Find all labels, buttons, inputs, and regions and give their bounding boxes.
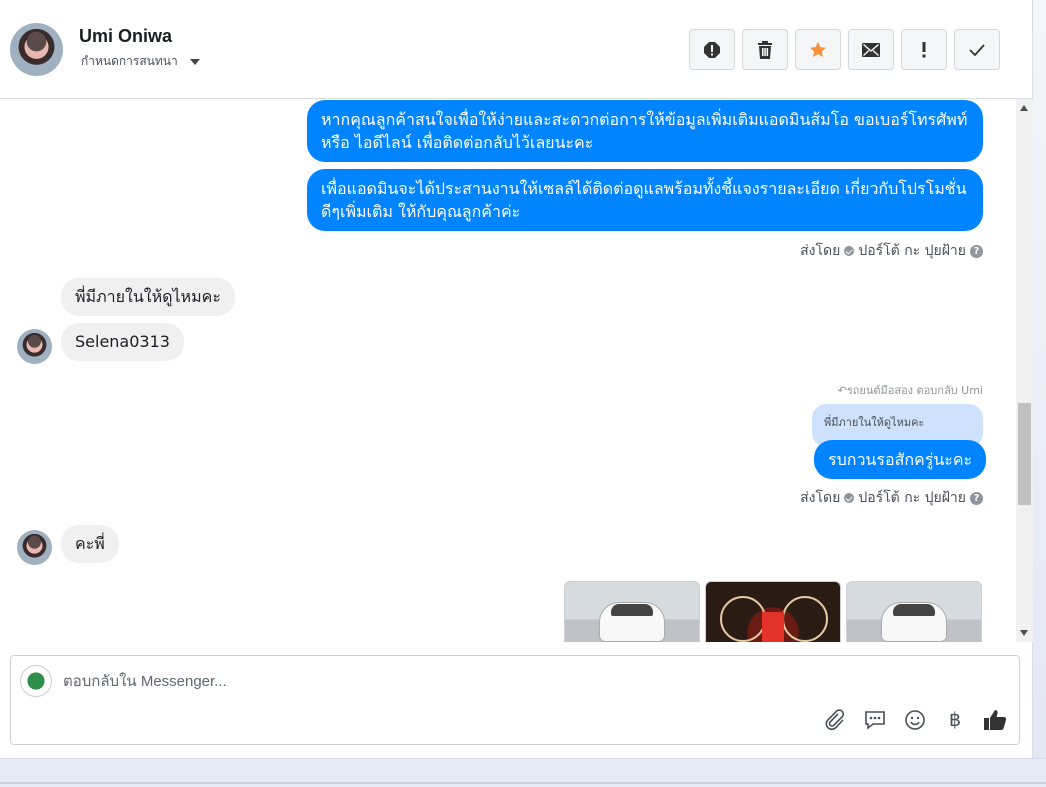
composer-tools: ฿ — [823, 708, 1007, 732]
exclamation-icon — [921, 42, 927, 58]
attachment-button[interactable] — [823, 708, 847, 732]
car-photo-thumbnail[interactable] — [846, 581, 982, 642]
reply-input[interactable] — [63, 670, 763, 692]
help-icon[interactable]: ? — [970, 245, 983, 258]
incoming-message: พี่มีภายในให้ดูไหมคะ — [61, 278, 235, 316]
mark-spam-button[interactable] — [689, 29, 735, 70]
scroll-up-arrow-icon[interactable] — [1020, 105, 1028, 111]
dashboard-photo-thumbnail[interactable] — [705, 581, 841, 642]
reply-arrow-icon: ↶ — [838, 384, 847, 397]
help-icon[interactable]: ? — [970, 492, 983, 505]
currency-icon: ฿ — [949, 709, 961, 731]
car-window-shape — [893, 604, 935, 616]
reply-context-text: รถยนต์มือสอง ตอบกลับ Umi — [847, 384, 983, 397]
car-photo-thumbnail[interactable] — [564, 581, 700, 642]
scroll-down-arrow-icon[interactable] — [1020, 630, 1028, 636]
sent-by-info: ส่งโดย ปอร์โต้ กะ ปุยฝ้าย ? — [800, 487, 983, 509]
display-shape — [762, 612, 784, 642]
outgoing-message: เพื่อแอดมินจะได้ประสานงานให้เซลล์ได้ติดต… — [307, 169, 983, 231]
contact-avatar-small — [17, 329, 52, 364]
sent-by-prefix: ส่งโดย — [800, 487, 840, 509]
sent-by-prefix: ส่งโดย — [800, 240, 840, 262]
page-logo — [20, 665, 52, 697]
divider — [0, 782, 1046, 784]
checkmark-icon — [969, 44, 985, 56]
dial-shape — [720, 596, 766, 642]
mark-done-button[interactable] — [954, 29, 1000, 70]
sent-by-name: ปอร์โต้ กะ ปุยฝ้าย — [858, 240, 966, 262]
trash-icon — [757, 41, 773, 59]
follow-up-button[interactable] — [901, 29, 947, 70]
car-window-shape — [611, 604, 653, 616]
conversation-settings-label: กำหนดการสนทนา — [81, 52, 178, 71]
dial-shape — [782, 596, 828, 642]
incoming-message: Selena0313 — [61, 323, 184, 361]
saved-reply-icon — [864, 709, 886, 731]
star-button[interactable] — [795, 29, 841, 70]
inbox-panel: Umi Oniwa กำหนดการสนทนา — [0, 0, 1033, 758]
contact-name[interactable]: Umi Oniwa — [79, 26, 172, 47]
contact-avatar-small — [17, 530, 52, 565]
envelope-icon — [862, 43, 880, 57]
conversation-header: Umi Oniwa กำหนดการสนทนา — [0, 0, 1033, 99]
emoji-button[interactable] — [903, 708, 927, 732]
window-bottom-edge — [0, 758, 1046, 787]
message-thread[interactable]: หากคุณลูกค้าสนใจเพื่อให้ง่ายและสะดวกต่อก… — [0, 99, 1033, 642]
incoming-message: คะพี่ — [61, 525, 119, 563]
conversation-toolbar — [689, 29, 1000, 70]
conversation-settings-dropdown[interactable]: กำหนดการสนทนา — [81, 52, 200, 71]
reply-context-label: ↶รถยนต์มือสอง ตอบกลับ Umi — [838, 381, 983, 399]
alert-circle-icon — [703, 41, 721, 59]
outgoing-message: รบกวนรอสักครู่นะคะ — [814, 440, 986, 479]
verified-icon — [844, 246, 854, 256]
delete-button[interactable] — [742, 29, 788, 70]
saved-reply-button[interactable] — [863, 708, 887, 732]
like-button[interactable] — [983, 708, 1007, 732]
star-icon — [809, 41, 827, 59]
window-edge — [1033, 0, 1046, 787]
attachment-icon — [824, 709, 846, 731]
emoji-icon — [904, 709, 926, 731]
payment-button[interactable]: ฿ — [943, 708, 967, 732]
sent-by-name: ปอร์โต้ กะ ปุยฝ้าย — [858, 487, 966, 509]
outgoing-message: หากคุณลูกค้าสนใจเพื่อให้ง่ายและสะดวกต่อก… — [307, 100, 983, 162]
message-composer: ฿ — [10, 655, 1020, 745]
thread-scrollbar[interactable] — [1016, 99, 1033, 642]
contact-avatar[interactable] — [10, 23, 63, 76]
verified-icon — [844, 493, 854, 503]
sent-by-info: ส่งโดย ปอร์โต้ กะ ปุยฝ้าย ? — [800, 240, 983, 262]
mark-unread-button[interactable] — [848, 29, 894, 70]
scroll-thumb[interactable] — [1018, 403, 1031, 505]
thumbs-up-icon — [983, 709, 1007, 731]
caret-down-icon — [190, 59, 200, 65]
